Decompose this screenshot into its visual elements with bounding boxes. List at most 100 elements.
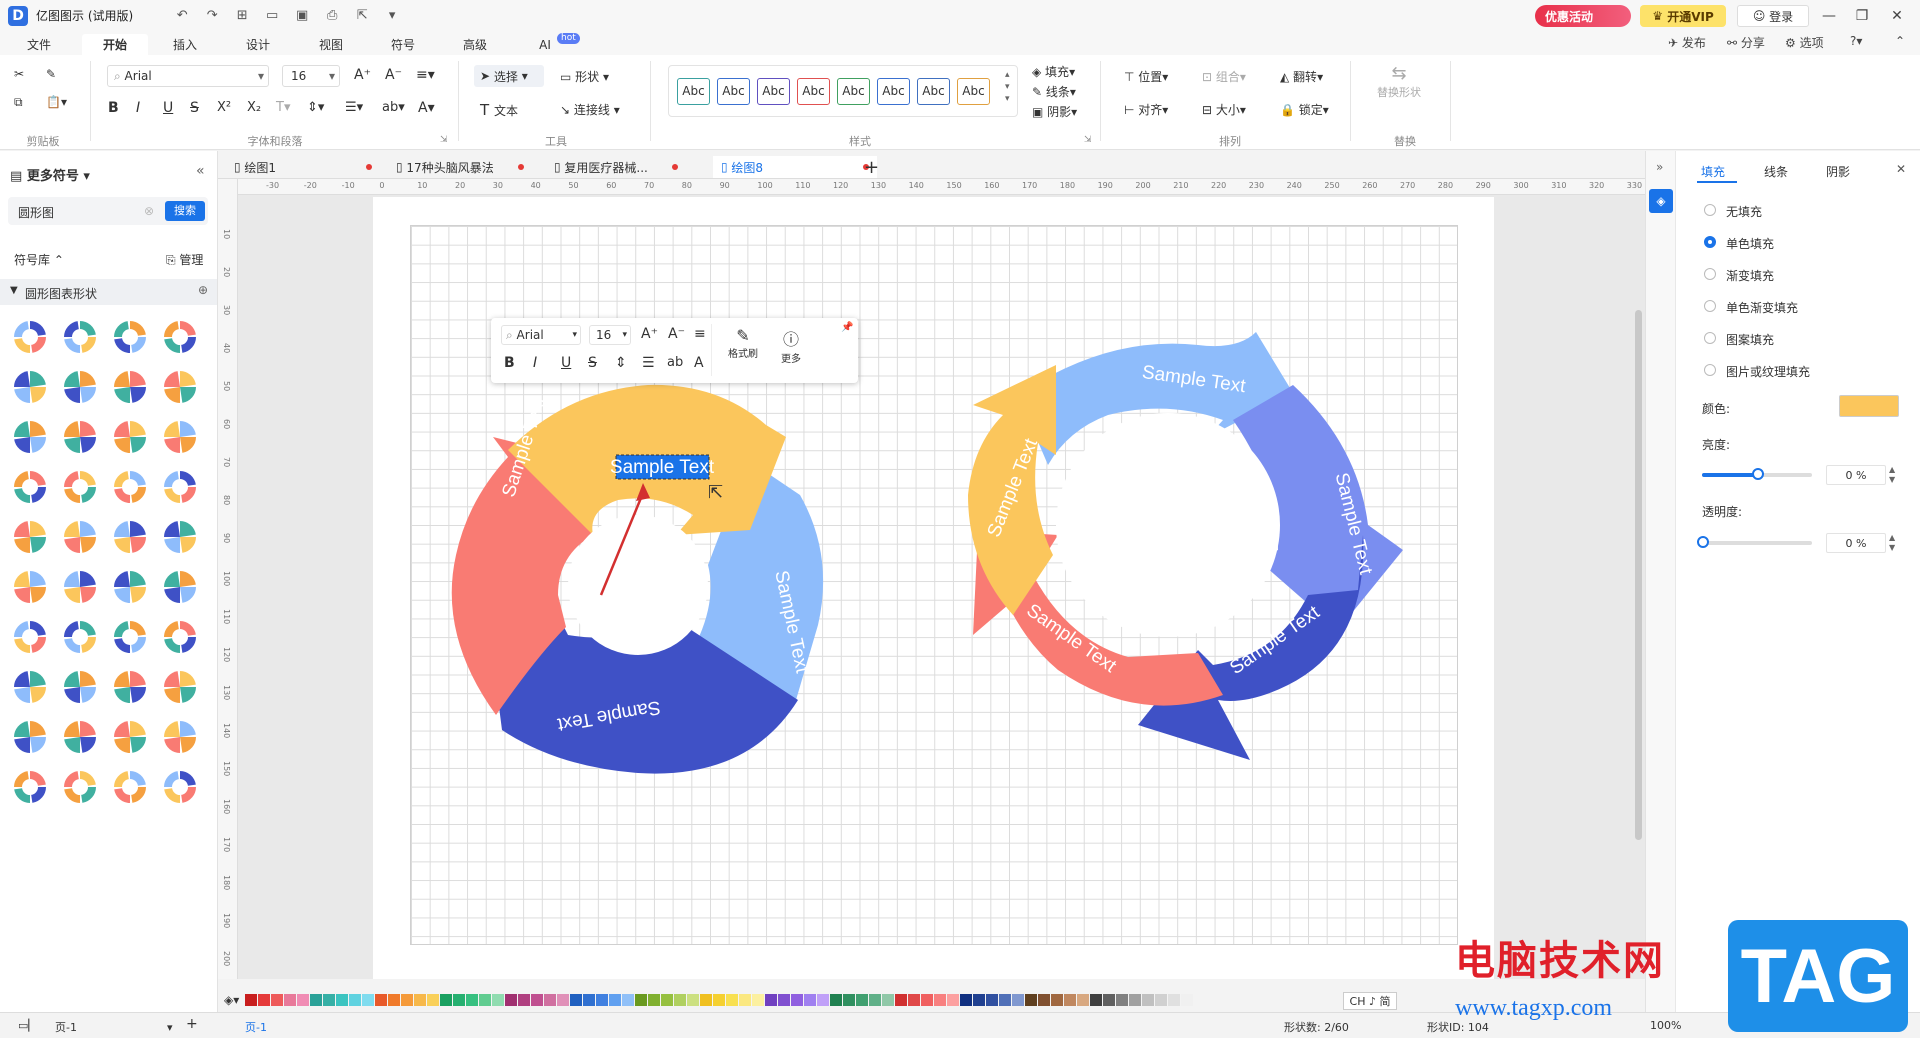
size-button[interactable]: ⊟ 大小 ▾ [1202, 101, 1246, 118]
select-tool-button[interactable]: ➤ 选择 ▾ [474, 65, 544, 87]
restore-icon[interactable]: ❐ [1852, 6, 1872, 26]
style-preset[interactable]: Abc [957, 77, 990, 105]
connector-tool-button[interactable]: ↘ 连接线 ▾ [560, 101, 620, 118]
color-swatch[interactable] [1051, 994, 1064, 1006]
color-swatch[interactable] [245, 994, 258, 1006]
pin-icon[interactable]: 📌 [841, 322, 853, 333]
position-button[interactable]: ⊤ 位置 ▾ [1124, 68, 1168, 85]
tab-shadow[interactable]: 阴影 [1826, 163, 1850, 180]
color-swatch[interactable] [856, 994, 869, 1006]
fill-option-radio[interactable] [1704, 364, 1716, 376]
color-swatch[interactable] [843, 994, 856, 1006]
color-swatch[interactable] [1025, 994, 1038, 1006]
color-swatch[interactable] [934, 994, 947, 1006]
text-style-icon[interactable]: T▾ [276, 100, 290, 115]
color-swatch[interactable] [947, 994, 960, 1006]
color-swatch[interactable] [440, 994, 453, 1006]
collapse-ribbon-icon[interactable]: ⌃ [1895, 34, 1905, 48]
color-swatch[interactable] [713, 994, 726, 1006]
color-swatch[interactable] [1168, 994, 1181, 1006]
shadow-button[interactable]: ▣ 阴影 ▾ [1032, 103, 1077, 120]
color-swatch[interactable] [258, 994, 271, 1006]
style-preset[interactable]: Abc [797, 77, 830, 105]
export-icon[interactable]: ⇱ [353, 7, 371, 25]
color-swatch[interactable] [427, 994, 440, 1006]
spinner-icon[interactable]: ▲ ▼ [1889, 533, 1895, 553]
symbol-thumbnail[interactable] [164, 371, 196, 403]
color-swatch[interactable] [401, 994, 414, 1006]
expand-panel-icon[interactable]: » [1656, 160, 1663, 174]
color-swatch[interactable] [674, 994, 687, 1006]
symbol-thumbnail[interactable] [64, 471, 96, 503]
color-swatch[interactable] [830, 994, 843, 1006]
color-swatch[interactable] [414, 994, 427, 1006]
font-size-select[interactable]: 16 ▾ [282, 65, 340, 87]
color-swatch[interactable] [687, 994, 700, 1006]
slider-handle[interactable] [1752, 468, 1764, 480]
color-swatch[interactable] [570, 994, 583, 1006]
slider-handle[interactable] [1697, 536, 1709, 548]
italic-icon[interactable]: I [533, 355, 537, 371]
symbol-thumbnail[interactable] [114, 421, 146, 453]
color-swatch[interactable] [323, 994, 336, 1006]
symbol-thumbnail[interactable] [164, 671, 196, 703]
color-swatch[interactable] [505, 994, 518, 1006]
add-icon[interactable]: ⊕ [198, 283, 208, 297]
decrease-font-icon[interactable]: A⁻ [385, 67, 402, 83]
style-preset[interactable]: Abc [917, 77, 950, 105]
decrease-font-icon[interactable]: A⁻ [668, 326, 685, 342]
manage-button[interactable]: ⎘ 管理 [166, 251, 203, 268]
symbol-thumbnail[interactable] [114, 371, 146, 403]
style-preset[interactable]: Abc [717, 77, 750, 105]
doc-tab[interactable]: ▯ 17种头脑风暴法 [396, 156, 524, 178]
share-button[interactable]: ⚯ 分享 [1727, 34, 1765, 51]
options-button[interactable]: ⚙ 选项 [1785, 34, 1824, 51]
color-swatch[interactable] [1155, 994, 1168, 1006]
color-swatch[interactable] [1142, 994, 1155, 1006]
symbol-thumbnail[interactable] [14, 521, 46, 553]
publish-button[interactable]: ✈ 发布 [1668, 34, 1706, 51]
style-preset[interactable]: Abc [757, 77, 790, 105]
symbol-thumbnail[interactable] [64, 571, 96, 603]
color-swatch[interactable] [999, 994, 1012, 1006]
symbol-thumbnail[interactable] [164, 771, 196, 803]
dialog-launcher-icon[interactable]: ⇲ [1084, 135, 1092, 145]
color-swatch[interactable] [726, 994, 739, 1006]
symbol-thumbnail[interactable] [164, 471, 196, 503]
color-swatch[interactable] [596, 994, 609, 1006]
add-page-icon[interactable]: + [186, 1016, 198, 1032]
group-button[interactable]: ⊡ 组合 ▾ [1202, 68, 1246, 85]
color-swatch[interactable] [908, 994, 921, 1006]
color-swatch[interactable] [778, 994, 791, 1006]
underline-icon[interactable]: U [163, 100, 173, 116]
color-swatch[interactable] [479, 994, 492, 1006]
color-swatch[interactable] [661, 994, 674, 1006]
symbol-thumbnail[interactable] [14, 371, 46, 403]
tab-fill[interactable]: 填充 [1701, 163, 1725, 180]
color-swatch[interactable] [804, 994, 817, 1006]
color-swatch[interactable] [1116, 994, 1129, 1006]
symbol-thumbnail[interactable] [114, 671, 146, 703]
fill-option-radio[interactable] [1704, 332, 1716, 344]
tab-file[interactable]: 文件 [14, 34, 64, 55]
fill-option-radio[interactable] [1704, 268, 1716, 280]
style-preset[interactable]: Abc [677, 77, 710, 105]
color-swatch[interactable] [284, 994, 297, 1006]
color-swatch[interactable] [388, 994, 401, 1006]
color-swatch[interactable] [1038, 994, 1051, 1006]
color-swatch[interactable] [531, 994, 544, 1006]
color-swatch[interactable] [622, 994, 635, 1006]
tab-line[interactable]: 线条 [1764, 163, 1788, 180]
color-swatch[interactable] [986, 994, 999, 1006]
copy-icon[interactable]: ⧉ [14, 95, 23, 110]
color-swatch[interactable] [1077, 994, 1090, 1006]
color-swatch[interactable] [544, 994, 557, 1006]
tab-insert[interactable]: 插入 [160, 34, 210, 55]
flip-button[interactable]: ◭ 翻转 ▾ [1280, 68, 1323, 85]
color-swatch[interactable] [349, 994, 362, 1006]
color-swatch[interactable] [557, 994, 570, 1006]
bullet-list-icon[interactable]: ☰▾ [345, 100, 363, 115]
italic-icon[interactable]: I [136, 100, 140, 116]
transparency-input[interactable]: 0 % [1826, 533, 1886, 553]
color-swatch[interactable] [453, 994, 466, 1006]
